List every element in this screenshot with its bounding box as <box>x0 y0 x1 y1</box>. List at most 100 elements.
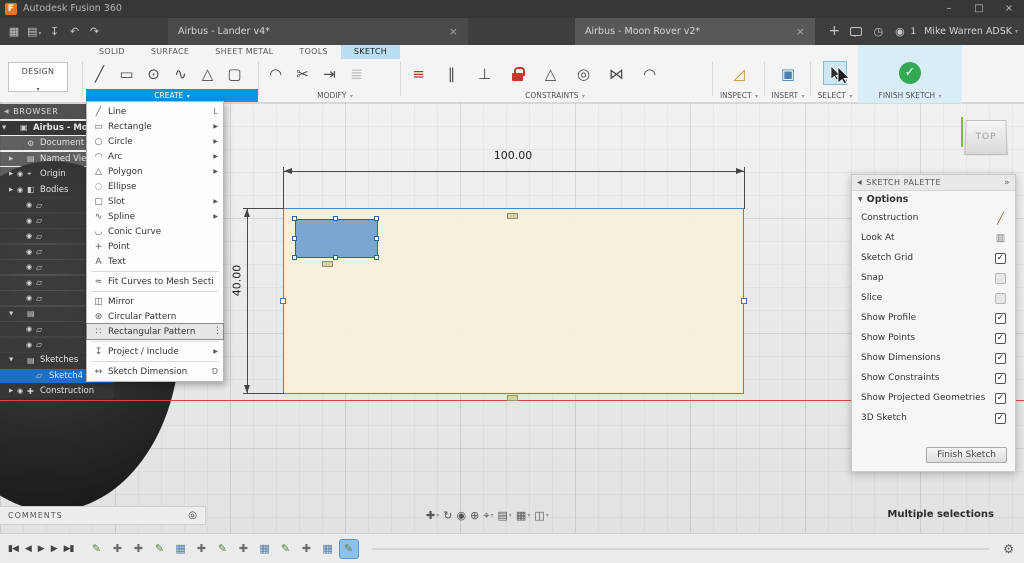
minimize-button[interactable]: – <box>934 0 964 18</box>
options-section-header[interactable]: ▼ Options <box>852 191 1015 208</box>
look-at-icon[interactable]: ◉▾ <box>456 507 466 524</box>
visibility-eye-icon[interactable]: ◉ <box>26 232 36 240</box>
visibility-eye-icon[interactable]: ◉ <box>26 341 36 349</box>
display-settings-icon[interactable]: ▤ ▾ <box>498 507 512 524</box>
browser-row[interactable]: ▶ ◉ ✚ Construction <box>0 384 114 398</box>
job-status-icon[interactable]: ◷ <box>868 18 888 45</box>
spline-icon[interactable]: ∿ <box>167 61 194 87</box>
menu-item[interactable]: ↔ Sketch Dimension D ▶ <box>87 364 223 379</box>
expander-icon[interactable]: ▼ <box>9 311 17 317</box>
visibility-eye-icon[interactable]: ◉ <box>26 217 36 225</box>
menu-item[interactable]: ↧ Project / Include ▶ <box>87 344 223 359</box>
collapse-icon[interactable]: ◀ <box>857 179 862 186</box>
go-to-start-icon[interactable]: ▮◀ <box>8 544 19 554</box>
notifications-icon[interactable]: ◉ <box>888 18 908 45</box>
visibility-eye-icon[interactable]: ◉ <box>26 263 36 271</box>
close-tab-icon[interactable]: × <box>449 25 458 38</box>
modify-dropdown-button[interactable]: MODIFY ▾ <box>262 89 408 102</box>
timeline-track[interactable] <box>371 547 990 550</box>
expander-icon[interactable]: ▶ <box>9 388 17 394</box>
view-cube[interactable]: TOP <box>953 113 1009 165</box>
visibility-eye-icon[interactable]: ◉ <box>26 294 36 302</box>
slot-icon[interactable]: ▢ <box>221 61 248 87</box>
timeline-move-feature[interactable]: ✚ <box>298 540 316 558</box>
ribbon-tab[interactable]: SHEET METAL <box>202 45 286 59</box>
constraints-dropdown-button[interactable]: CONSTRAINTS ▾ <box>405 89 705 102</box>
menu-item[interactable]: ○ Circle ▶ <box>87 134 223 149</box>
timeline-sketch-feature[interactable]: ✎ <box>214 540 232 558</box>
option-checkbox[interactable] <box>995 292 1006 304</box>
selected-sketch-rectangle[interactable] <box>295 219 378 258</box>
ribbon-tab[interactable]: SOLID <box>86 45 138 59</box>
pan-icon[interactable]: ✚ ▾ <box>426 507 439 524</box>
expander-icon[interactable]: ▶ <box>9 187 17 193</box>
menu-item[interactable]: A Text ▶ <box>87 254 223 269</box>
visibility-eye-icon[interactable]: ◉ <box>26 201 36 209</box>
timeline-sketch-feature[interactable]: ✎ <box>277 540 295 558</box>
timeline-sketch-feature[interactable]: ✎ <box>151 540 169 558</box>
finish-sketch-check-icon[interactable]: ✓ <box>899 62 921 84</box>
edge-midpoint-grip[interactable] <box>333 255 338 260</box>
edge-midpoint-grip[interactable] <box>374 236 379 241</box>
fillet-icon[interactable]: ◠ <box>262 61 289 87</box>
menu-item[interactable]: ◫ Mirror ▶ <box>87 294 223 309</box>
timeline-sketch-feature[interactable]: ✎ <box>88 540 106 558</box>
new-tab-button[interactable]: + <box>824 18 844 45</box>
offset-icon[interactable]: ≣ <box>343 61 370 87</box>
visibility-eye-icon[interactable]: ◉ <box>17 186 27 194</box>
extend-icon[interactable]: ⇥ <box>316 61 343 87</box>
grid-settings-icon[interactable]: ▦ ▾ <box>516 507 530 524</box>
redo-icon[interactable]: ↷▾ <box>84 18 104 45</box>
fit-view-icon[interactable]: ⌖ ▾ <box>483 507 493 524</box>
option-checkbox[interactable] <box>995 312 1006 324</box>
width-dimension-label[interactable]: 100.00 <box>458 149 568 162</box>
file-menu-icon[interactable]: ▤▾ <box>24 18 44 45</box>
zoom-icon[interactable]: ⊕▾ <box>470 507 479 524</box>
timeline-move-feature[interactable]: ✚ <box>130 540 148 558</box>
perpendicular-icon[interactable]: ⊥ <box>471 61 498 87</box>
corner-grip[interactable] <box>374 255 379 260</box>
parallel-icon[interactable]: ∥ <box>438 61 465 87</box>
edge-midpoint-grip[interactable] <box>333 216 338 221</box>
app-grid-icon[interactable]: ▦▾ <box>4 18 24 45</box>
corner-grip[interactable] <box>292 255 297 260</box>
ribbon-tab[interactable]: SURFACE <box>138 45 202 59</box>
menu-item[interactable]: ◠ Arc ▶ <box>87 149 223 164</box>
undo-icon[interactable]: ↶▾ <box>64 18 84 45</box>
timeline-move-feature[interactable]: ✚ <box>109 540 127 558</box>
menu-item[interactable]: ∿ Spline ▶ <box>87 209 223 224</box>
ribbon-tab[interactable]: SKETCH <box>340 45 401 59</box>
step-forward-icon[interactable]: ▶ <box>51 544 58 554</box>
feedback-icon[interactable] <box>850 27 863 37</box>
inspect-dropdown-button[interactable]: INSPECT ▾ <box>714 89 764 102</box>
option-checkbox[interactable] <box>995 392 1006 404</box>
browser-header[interactable]: ◀ BROWSER <box>0 104 88 119</box>
curvature-icon[interactable]: ◠ <box>636 61 663 87</box>
coincident-icon[interactable]: ≡ <box>405 61 432 87</box>
expander-icon[interactable]: ▶ <box>9 156 17 162</box>
finish-sketch-button[interactable]: Finish Sketch <box>926 447 1007 463</box>
finish-sketch-button[interactable]: FINISH SKETCH ▾ <box>858 89 962 102</box>
line-icon[interactable]: ╱ <box>86 61 113 87</box>
menu-item[interactable]: ◌ Ellipse ▶ <box>87 179 223 194</box>
constraint-tag[interactable] <box>507 213 518 219</box>
timeline-pattern-feature[interactable]: ▦ <box>172 540 190 558</box>
option-checkbox[interactable] <box>995 352 1006 364</box>
tab-airbus-moon-rover[interactable]: Airbus - Moon Rover v2* × <box>575 18 815 45</box>
timeline-pattern-feature[interactable]: ▦ <box>256 540 274 558</box>
measure-icon[interactable]: ◿ <box>726 61 753 87</box>
insert-dropdown-button[interactable]: INSERT ▾ <box>766 89 810 102</box>
visibility-eye-icon[interactable]: ◉ <box>26 279 36 287</box>
play-icon[interactable]: ▶ <box>38 544 45 554</box>
visibility-eye-icon[interactable]: ◉ <box>17 170 27 178</box>
timeline-move-feature[interactable]: ✚ <box>193 540 211 558</box>
visibility-eye-icon[interactable]: ◉ <box>26 325 36 333</box>
edge-midpoint-grip[interactable] <box>292 236 297 241</box>
menu-item[interactable]: ≈ Fit Curves to Mesh Section ▶ <box>87 274 223 289</box>
visibility-eye-icon[interactable]: ◉ <box>26 248 36 256</box>
comments-target-icon[interactable]: ◎ <box>188 510 197 521</box>
close-tab-icon[interactable]: × <box>796 25 805 38</box>
menu-item[interactable]: ◡ Conic Curve ▶ <box>87 224 223 239</box>
timeline-pattern-feature[interactable]: ▦ <box>319 540 337 558</box>
close-button[interactable]: × <box>994 0 1024 18</box>
